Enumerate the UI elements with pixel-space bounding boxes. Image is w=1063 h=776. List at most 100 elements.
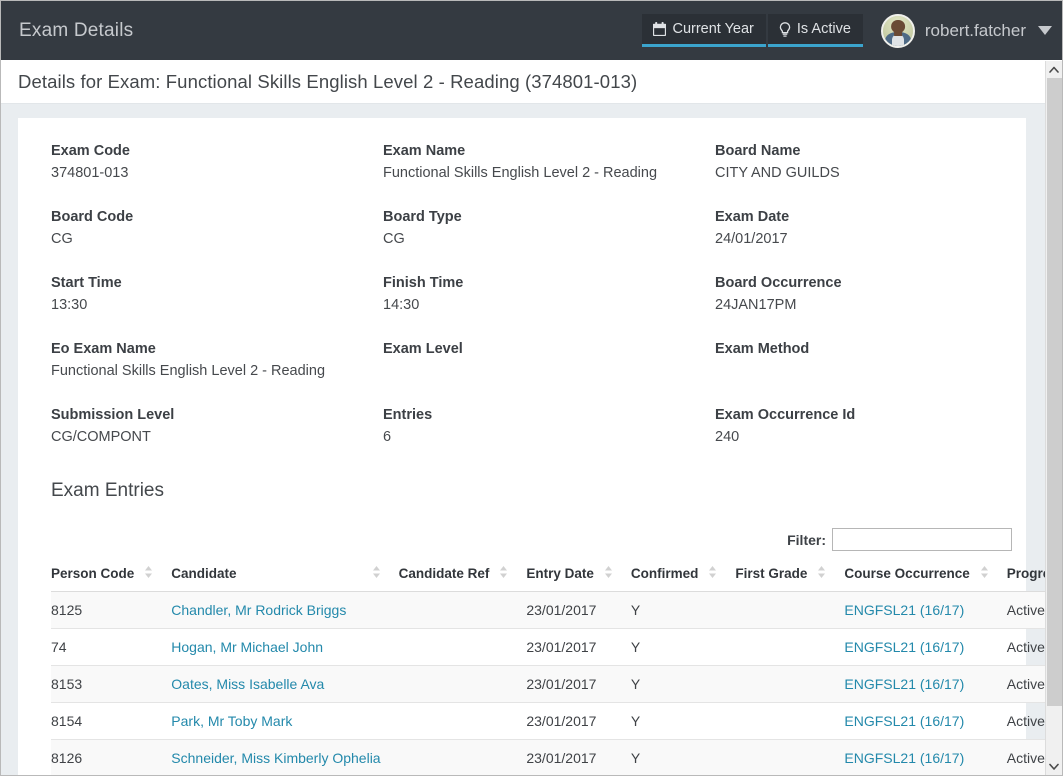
- column-header-course-occurrence[interactable]: Course Occurrence: [844, 565, 1006, 592]
- cell-candidate-ref: [399, 666, 527, 703]
- exam-entries-table: Person Code Candidate: [51, 565, 1063, 776]
- field-value: CITY AND GUILDS: [715, 162, 993, 184]
- field-exam-code: Exam Code 374801-013: [51, 140, 383, 206]
- scrollbar-thumb[interactable]: [1047, 78, 1062, 706]
- column-header-entry-date[interactable]: Entry Date: [526, 565, 631, 592]
- field-label: Eo Exam Name: [51, 338, 383, 360]
- tab-current-year[interactable]: Current Year: [642, 14, 765, 47]
- scrollbar-track[interactable]: [1047, 706, 1062, 758]
- cell-candidate-ref: [399, 740, 527, 776]
- column-header-first-grade[interactable]: First Grade: [735, 565, 844, 592]
- course-occurrence-link[interactable]: ENGFSL21 (16/17): [844, 639, 964, 655]
- table-row: 74 Hogan, Mr Michael John 23/01/2017 Y E…: [51, 629, 1063, 666]
- cell-entry-date: 23/01/2017: [526, 703, 631, 740]
- cell-confirmed: Y: [631, 703, 736, 740]
- cell-candidate: Park, Mr Toby Mark: [171, 703, 398, 740]
- column-header-person-code[interactable]: Person Code: [51, 565, 171, 592]
- cell-first-grade: [735, 629, 844, 666]
- scroll-up-arrow-icon[interactable]: [1046, 61, 1062, 78]
- cell-first-grade: [735, 740, 844, 776]
- column-label: First Grade: [735, 566, 807, 581]
- cell-person-code: 74: [51, 629, 171, 666]
- column-label: Course Occurrence: [844, 566, 969, 581]
- cell-course-occurrence: ENGFSL21 (16/17): [844, 666, 1006, 703]
- avatar: [881, 14, 915, 48]
- field-board-occurrence: Board Occurrence 24JAN17PM: [715, 272, 993, 338]
- cell-entry-date: 23/01/2017: [526, 629, 631, 666]
- sort-icon: [372, 565, 381, 582]
- course-occurrence-link[interactable]: ENGFSL21 (16/17): [844, 602, 964, 618]
- candidate-link[interactable]: Oates, Miss Isabelle Ava: [171, 676, 324, 692]
- cell-person-code: 8153: [51, 666, 171, 703]
- column-label: Candidate: [171, 566, 236, 581]
- candidate-link[interactable]: Park, Mr Toby Mark: [171, 713, 292, 729]
- cell-candidate: Hogan, Mr Michael John: [171, 629, 398, 666]
- column-label: Entry Date: [526, 566, 594, 581]
- field-finish-time: Finish Time 14:30: [383, 272, 715, 338]
- field-label: Finish Time: [383, 272, 715, 294]
- cell-first-grade: [735, 592, 844, 629]
- field-label: Exam Occurrence Id: [715, 404, 993, 426]
- course-occurrence-link[interactable]: ENGFSL21 (16/17): [844, 676, 964, 692]
- field-value: 240: [715, 426, 993, 448]
- sort-icon: [980, 565, 989, 582]
- field-exam-method: Exam Method: [715, 338, 993, 404]
- scroll-down-arrow-icon[interactable]: [1046, 758, 1062, 775]
- table-header-row: Person Code Candidate: [51, 565, 1063, 592]
- user-menu[interactable]: robert.fatcher: [881, 14, 1052, 48]
- field-value: 6: [383, 426, 715, 448]
- tab-current-year-label: Current Year: [672, 21, 753, 37]
- cell-person-code: 8126: [51, 740, 171, 776]
- cell-confirmed: Y: [631, 592, 736, 629]
- exam-detail-grid: Exam Code 374801-013 Exam Name Functiona…: [18, 140, 1026, 470]
- course-occurrence-link[interactable]: ENGFSL21 (16/17): [844, 713, 964, 729]
- field-label: Exam Date: [715, 206, 993, 228]
- tab-is-active[interactable]: Is Active: [768, 14, 863, 47]
- column-header-candidate[interactable]: Candidate: [171, 565, 398, 592]
- candidate-link[interactable]: Schneider, Miss Kimberly Ophelia: [171, 750, 380, 766]
- field-label: Start Time: [51, 272, 383, 294]
- field-eo-exam-name: Eo Exam Name Functional Skills English L…: [51, 338, 383, 404]
- cell-entry-date: 23/01/2017: [526, 666, 631, 703]
- user-name: robert.fatcher: [925, 21, 1026, 41]
- course-occurrence-link[interactable]: ENGFSL21 (16/17): [844, 750, 964, 766]
- app-title: Exam Details: [19, 20, 133, 42]
- field-label: Submission Level: [51, 404, 383, 426]
- table-row: 8153 Oates, Miss Isabelle Ava 23/01/2017…: [51, 666, 1063, 703]
- cell-entry-date: 23/01/2017: [526, 740, 631, 776]
- sort-icon: [708, 565, 717, 582]
- column-label: Confirmed: [631, 566, 699, 581]
- cell-candidate-ref: [399, 629, 527, 666]
- cell-confirmed: Y: [631, 629, 736, 666]
- table-row: 8154 Park, Mr Toby Mark 23/01/2017 Y ENG…: [51, 703, 1063, 740]
- field-label: Exam Name: [383, 140, 715, 162]
- sort-icon: [499, 565, 508, 582]
- column-header-candidate-ref[interactable]: Candidate Ref: [399, 565, 527, 592]
- cell-first-grade: [735, 666, 844, 703]
- field-label: Board Occurrence: [715, 272, 993, 294]
- sort-icon: [604, 565, 613, 582]
- field-value: CG: [51, 228, 383, 250]
- cell-course-occurrence: ENGFSL21 (16/17): [844, 740, 1006, 776]
- field-value: CG/COMPONT: [51, 426, 383, 448]
- cell-confirmed: Y: [631, 740, 736, 776]
- field-label: Board Code: [51, 206, 383, 228]
- field-value: [383, 360, 715, 382]
- top-navigation-bar: Exam Details Current Year: [1, 1, 1062, 60]
- content-scroll-area: Exam Code 374801-013 Exam Name Functiona…: [1, 105, 1062, 775]
- filter-input[interactable]: [832, 528, 1012, 551]
- field-exam-name: Exam Name Functional Skills English Leve…: [383, 140, 715, 206]
- app-window: Exam Details Current Year: [0, 0, 1063, 776]
- vertical-scrollbar[interactable]: [1045, 61, 1062, 775]
- field-submission-level: Submission Level CG/COMPONT: [51, 404, 383, 470]
- cell-confirmed: Y: [631, 666, 736, 703]
- candidate-link[interactable]: Hogan, Mr Michael John: [171, 639, 323, 655]
- page-heading-bar: Details for Exam: Functional Skills Engl…: [1, 60, 1062, 104]
- details-card: Exam Code 374801-013 Exam Name Functiona…: [18, 118, 1026, 776]
- field-label: Board Type: [383, 206, 715, 228]
- field-value: 14:30: [383, 294, 715, 316]
- field-label: Exam Code: [51, 140, 383, 162]
- candidate-link[interactable]: Chandler, Mr Rodrick Briggs: [171, 602, 346, 618]
- column-header-confirmed[interactable]: Confirmed: [631, 565, 736, 592]
- calendar-icon: [653, 22, 666, 36]
